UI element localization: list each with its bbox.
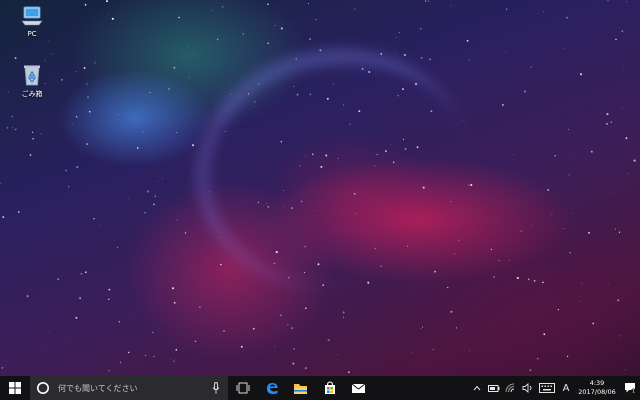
ime-mode-indicator[interactable]: A	[558, 376, 574, 400]
notification-icon: 1	[625, 383, 636, 394]
notification-count: 1	[632, 389, 635, 394]
search-placeholder: 何でも聞いてください	[58, 383, 138, 393]
file-explorer-button[interactable]	[286, 376, 315, 400]
volume-button[interactable]	[519, 376, 536, 400]
computer-icon	[21, 6, 43, 26]
windows-logo-icon	[9, 382, 21, 394]
clock-date: 2017/08/06	[578, 388, 616, 396]
taskbar: 何でも聞いてください A 4:39 2017/08/06 1	[0, 376, 640, 400]
clock-button[interactable]: 4:39 2017/08/06	[574, 376, 620, 400]
desktop-icon-label: ごみ箱	[21, 90, 43, 98]
battery-button[interactable]	[485, 376, 502, 400]
show-hidden-icons-button[interactable]	[468, 376, 485, 400]
microphone-icon[interactable]	[212, 382, 220, 394]
chevron-up-icon	[473, 385, 480, 391]
desktop-icon-pc[interactable]: PC	[10, 4, 54, 38]
mail-button[interactable]	[344, 376, 373, 400]
network-button[interactable]	[502, 376, 519, 400]
edge-button[interactable]	[257, 376, 286, 400]
clock-time: 4:39	[589, 379, 605, 387]
edge-icon	[266, 383, 277, 394]
speaker-icon	[522, 383, 532, 393]
task-view-button[interactable]	[228, 376, 257, 400]
mail-icon	[351, 383, 366, 393]
wifi-icon	[505, 383, 515, 393]
start-button[interactable]	[0, 376, 30, 400]
battery-icon	[487, 384, 499, 392]
recycle-bin-icon	[24, 65, 40, 86]
touch-keyboard-button[interactable]	[536, 376, 558, 400]
cortana-icon	[37, 382, 49, 394]
desktop-icon-label: PC	[27, 30, 37, 38]
file-explorer-icon	[294, 383, 307, 394]
desktop-icon-recycle-bin[interactable]: ごみ箱	[10, 63, 54, 99]
action-center-button[interactable]: 1	[620, 376, 640, 400]
system-tray: A 4:39 2017/08/06 1	[468, 376, 640, 400]
cortana-search-box[interactable]: 何でも聞いてください	[30, 376, 228, 400]
keyboard-icon	[539, 383, 555, 393]
store-button[interactable]	[315, 376, 344, 400]
task-view-icon	[236, 382, 249, 394]
wallpaper-stars	[0, 0, 636, 376]
store-icon	[324, 381, 335, 394]
